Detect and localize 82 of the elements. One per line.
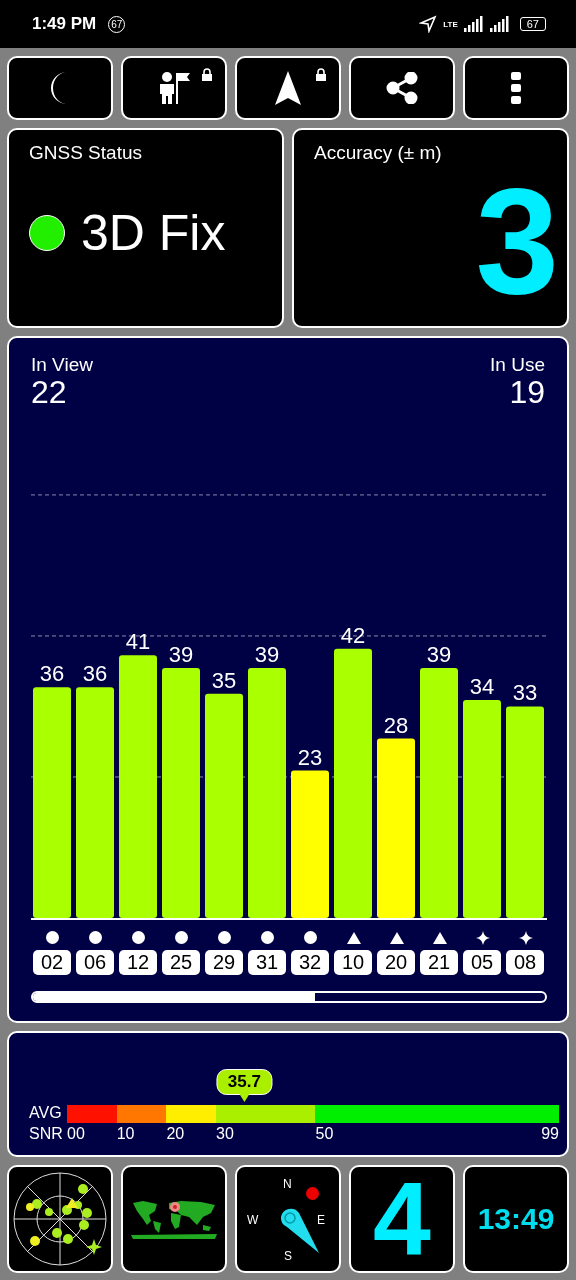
compass-north: N bbox=[283, 1177, 292, 1191]
scale-label: 99 bbox=[541, 1125, 559, 1143]
snr-label: SNR bbox=[29, 1123, 64, 1144]
satellite-id: 10 bbox=[334, 949, 372, 975]
card-title: Accuracy (± m) bbox=[314, 142, 443, 164]
clock-tile[interactable]: 13:49 bbox=[463, 1165, 569, 1273]
more-icon bbox=[511, 72, 521, 104]
satellite-count-tile[interactable]: 4 bbox=[349, 1165, 455, 1273]
compass-tile[interactable]: N E S W bbox=[235, 1165, 341, 1273]
circle-icon bbox=[132, 931, 145, 945]
snr-value: 39 bbox=[426, 641, 452, 667]
satellite-id: 20 bbox=[377, 949, 415, 975]
toolbar-button[interactable] bbox=[235, 56, 341, 120]
snr-value: 33 bbox=[512, 680, 538, 706]
satellite-id: 25 bbox=[162, 949, 200, 975]
snr-value: 23 bbox=[297, 744, 323, 770]
navigation-arrow-icon bbox=[275, 71, 301, 105]
snr-value: 42 bbox=[340, 622, 366, 648]
scale-label: 30 bbox=[216, 1125, 234, 1143]
snr-value: 39 bbox=[168, 641, 194, 667]
toolbar-button[interactable] bbox=[121, 56, 227, 120]
sky-plot-tile[interactable] bbox=[7, 1165, 113, 1273]
accuracy-value: 3 bbox=[475, 166, 559, 316]
triangle-icon bbox=[389, 931, 404, 944]
scale-label: 50 bbox=[315, 1125, 334, 1143]
compass-west: W bbox=[247, 1213, 259, 1227]
satellite-id: 32 bbox=[291, 949, 329, 975]
circle-icon bbox=[261, 931, 274, 945]
snr-value: 41 bbox=[125, 628, 151, 654]
network-type: LTE bbox=[443, 19, 458, 29]
lock-icon bbox=[315, 68, 327, 81]
satellite-id: 06 bbox=[76, 949, 114, 975]
scale-label: 10 bbox=[116, 1125, 135, 1143]
toolbar-button[interactable] bbox=[349, 56, 455, 120]
world-map-tile[interactable] bbox=[121, 1165, 227, 1273]
compass-south: S bbox=[284, 1249, 292, 1263]
circle-icon bbox=[89, 931, 102, 945]
in-view-label: In View bbox=[31, 354, 93, 376]
signal-icon bbox=[489, 16, 510, 32]
satellite-id: 21 bbox=[420, 949, 458, 975]
triangle-icon bbox=[432, 931, 447, 944]
in-use-label: In Use bbox=[490, 354, 545, 376]
snr-callout: 35.7 bbox=[216, 1069, 272, 1102]
in-view-count: 22 bbox=[31, 376, 68, 410]
snr-value: 39 bbox=[254, 641, 280, 667]
battery-indicator: 67 bbox=[519, 17, 546, 31]
snr-value: 28 bbox=[383, 712, 409, 738]
status-time: 1:49 PM bbox=[32, 14, 97, 34]
star-icon bbox=[475, 930, 490, 945]
satellite-id: 02 bbox=[33, 949, 71, 975]
in-use-count: 19 bbox=[509, 376, 545, 410]
signal-icon bbox=[463, 16, 484, 32]
person-flag-icon bbox=[158, 71, 190, 105]
satellite-id: 08 bbox=[506, 949, 544, 975]
toolbar-button[interactable] bbox=[463, 56, 569, 120]
circle-icon bbox=[175, 931, 188, 945]
satellite-id: 05 bbox=[463, 949, 501, 975]
compass-east: E bbox=[317, 1213, 325, 1227]
triangle-icon bbox=[346, 931, 361, 944]
fix-status: 3D Fix bbox=[81, 204, 226, 262]
card-title: GNSS Status bbox=[29, 142, 143, 164]
share-icon bbox=[386, 72, 418, 104]
snr-value: 36 bbox=[82, 660, 108, 686]
satellite-id: 12 bbox=[119, 949, 157, 975]
toolbar-button[interactable] bbox=[7, 56, 113, 120]
satellite-id: 29 bbox=[205, 949, 243, 975]
world-map-icon bbox=[131, 1199, 217, 1239]
pointer-icon bbox=[239, 1094, 250, 1102]
scale-label: 20 bbox=[166, 1125, 185, 1143]
snr-value: 34 bbox=[469, 673, 495, 699]
avg-label: AVG bbox=[29, 1103, 63, 1123]
star-icon bbox=[518, 930, 533, 945]
circle-icon bbox=[218, 931, 231, 945]
satellite-id: 31 bbox=[248, 949, 286, 975]
snr-value: 35 bbox=[211, 667, 237, 693]
location-icon bbox=[419, 15, 438, 33]
lock-icon bbox=[201, 68, 213, 81]
scale-label: 00 bbox=[67, 1125, 85, 1143]
circle-icon bbox=[304, 931, 317, 945]
snr-value: 36 bbox=[39, 660, 65, 686]
circle-icon bbox=[46, 931, 59, 945]
sun-marker-icon bbox=[306, 1187, 319, 1200]
